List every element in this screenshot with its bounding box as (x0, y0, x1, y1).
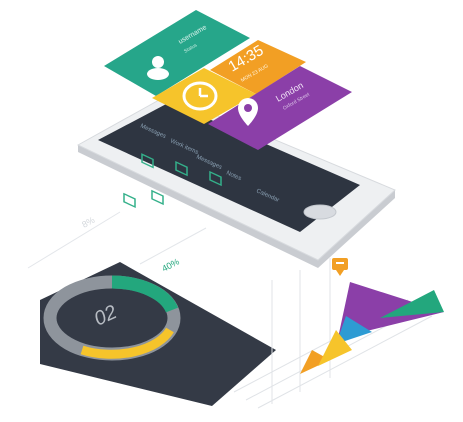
donut-percent: 40% (160, 256, 181, 273)
folder-icon (151, 189, 164, 206)
illustration: Messages Work items Messages Notes Calen… (0, 0, 463, 417)
folder-icon (123, 192, 136, 209)
chart-grid (233, 258, 433, 409)
home-button[interactable] (303, 204, 337, 220)
area-chart (233, 258, 444, 409)
donut-card: 8% 02 40% (27, 211, 276, 406)
guide-line (27, 211, 121, 269)
chart-pin-icon[interactable] (332, 258, 348, 276)
